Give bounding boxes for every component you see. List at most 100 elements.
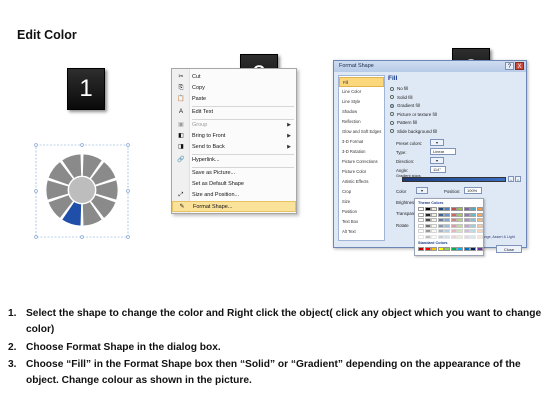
standard-color-swatch[interactable] bbox=[418, 247, 424, 251]
theme-color-shade-swatch[interactable] bbox=[424, 212, 431, 217]
position-field[interactable]: 100% bbox=[464, 187, 482, 194]
theme-color-shade-swatch[interactable] bbox=[476, 223, 483, 228]
theme-color-shade-swatch[interactable] bbox=[450, 229, 457, 233]
preset-colors-button[interactable]: ▾ bbox=[430, 139, 444, 146]
standard-color-swatch[interactable] bbox=[476, 247, 483, 251]
nav-item-line-color[interactable]: Line Color bbox=[339, 87, 384, 97]
theme-color-shade-swatch[interactable] bbox=[463, 212, 470, 217]
theme-color-shade-swatch[interactable] bbox=[431, 218, 437, 222]
theme-color-shade-swatch[interactable] bbox=[444, 218, 450, 222]
theme-color-shade-swatch[interactable] bbox=[463, 218, 470, 222]
menu-item-save-as-picture[interactable]: Save as Picture... bbox=[172, 168, 296, 179]
fill-option-slide-background-fill[interactable]: Slide background fill bbox=[390, 129, 437, 134]
resize-handle[interactable] bbox=[34, 235, 38, 239]
theme-color-shade-swatch[interactable] bbox=[424, 223, 431, 228]
direction-button[interactable]: ▾ bbox=[430, 157, 444, 164]
theme-color-swatch[interactable] bbox=[470, 207, 476, 211]
theme-color-shade-swatch[interactable] bbox=[437, 223, 444, 228]
resize-handle[interactable] bbox=[80, 143, 84, 147]
nav-item-3-d-rotation[interactable]: 3-D Rotation bbox=[339, 147, 384, 157]
theme-color-shade-swatch[interactable] bbox=[457, 212, 463, 217]
theme-color-shade-swatch[interactable] bbox=[457, 218, 463, 222]
theme-color-shade-swatch[interactable] bbox=[476, 234, 483, 239]
theme-color-shade-swatch[interactable] bbox=[418, 229, 424, 233]
theme-color-shade-swatch[interactable] bbox=[444, 229, 450, 233]
nav-item-glow-and-soft-edges[interactable]: Glow and Soft Edges bbox=[339, 127, 384, 137]
theme-color-swatch[interactable] bbox=[476, 207, 483, 211]
theme-color-shade-swatch[interactable] bbox=[437, 218, 444, 222]
standard-color-swatch[interactable] bbox=[463, 247, 470, 251]
theme-color-swatch[interactable] bbox=[450, 207, 457, 211]
standard-color-swatch[interactable] bbox=[450, 247, 457, 251]
theme-color-shade-swatch[interactable] bbox=[450, 234, 457, 239]
nav-item-crop[interactable]: Crop bbox=[339, 187, 384, 197]
menu-item-set-as-default-shape[interactable]: Set as Default Shape bbox=[172, 179, 296, 190]
theme-color-shade-swatch[interactable] bbox=[431, 223, 437, 228]
resize-handle[interactable] bbox=[34, 189, 38, 193]
menu-item-send-to-back[interactable]: ◨ Send to Back ▶ bbox=[172, 142, 296, 153]
nav-item-3-d-format[interactable]: 3-D Format bbox=[339, 137, 384, 147]
theme-color-swatch[interactable] bbox=[431, 207, 437, 211]
standard-color-swatch[interactable] bbox=[437, 247, 444, 251]
theme-color-shade-swatch[interactable] bbox=[470, 229, 476, 233]
theme-color-shade-swatch[interactable] bbox=[444, 212, 450, 217]
nav-item-picture-color[interactable]: Picture Color bbox=[339, 167, 384, 177]
theme-color-shade-swatch[interactable] bbox=[476, 218, 483, 222]
theme-color-shade-swatch[interactable] bbox=[463, 234, 470, 239]
gradient-stops-bar[interactable] bbox=[402, 177, 506, 182]
theme-color-shade-swatch[interactable] bbox=[424, 234, 431, 239]
theme-color-shade-swatch[interactable] bbox=[470, 218, 476, 222]
resize-handle[interactable] bbox=[80, 235, 84, 239]
resize-handle[interactable] bbox=[126, 235, 130, 239]
theme-color-swatch[interactable] bbox=[444, 207, 450, 211]
fill-option-picture-or-texture-fill[interactable]: Picture or texture fill bbox=[390, 112, 437, 117]
color-button[interactable]: ▾ bbox=[416, 187, 428, 194]
wheel-shape[interactable] bbox=[30, 140, 135, 245]
theme-color-shade-swatch[interactable] bbox=[470, 223, 476, 228]
menu-item-paste[interactable]: 📋 Paste bbox=[172, 94, 296, 105]
menu-item-format-shape[interactable]: ✎ Format Shape... bbox=[172, 201, 296, 212]
nav-item-text-box[interactable]: Text Box bbox=[339, 217, 384, 227]
theme-color-shade-swatch[interactable] bbox=[450, 223, 457, 228]
fill-option-pattern-fill[interactable]: Pattern fill bbox=[390, 120, 417, 125]
nav-item-fill[interactable]: Fill bbox=[339, 77, 384, 87]
theme-color-shade-swatch[interactable] bbox=[450, 212, 457, 217]
wheel-hub[interactable] bbox=[69, 177, 95, 203]
standard-color-swatch[interactable] bbox=[470, 247, 476, 251]
theme-color-shade-swatch[interactable] bbox=[431, 234, 437, 239]
add-stop-button[interactable]: + bbox=[508, 176, 514, 182]
nav-item-reflection[interactable]: Reflection bbox=[339, 117, 384, 127]
menu-item-group[interactable]: ▣ Group ▶ bbox=[172, 120, 296, 131]
theme-color-shade-swatch[interactable] bbox=[418, 223, 424, 228]
nav-item-artistic-effects[interactable]: Artistic Effects bbox=[339, 177, 384, 187]
menu-item-size-and-position[interactable]: ⤢ Size and Position... bbox=[172, 190, 296, 201]
menu-item-edit-text[interactable]: A Edit Text bbox=[172, 107, 296, 118]
theme-color-shade-swatch[interactable] bbox=[444, 223, 450, 228]
remove-stop-button[interactable]: × bbox=[515, 176, 521, 182]
theme-color-shade-swatch[interactable] bbox=[457, 229, 463, 233]
theme-color-shade-swatch[interactable] bbox=[444, 234, 450, 239]
close-icon[interactable]: X bbox=[515, 62, 524, 70]
theme-color-shade-swatch[interactable] bbox=[418, 218, 424, 222]
theme-color-shade-swatch[interactable] bbox=[418, 212, 424, 217]
resize-handle[interactable] bbox=[126, 189, 130, 193]
theme-color-shade-swatch[interactable] bbox=[457, 234, 463, 239]
theme-color-shade-swatch[interactable] bbox=[431, 229, 437, 233]
menu-item-bring-to-front[interactable]: ◧ Bring to Front ▶ bbox=[172, 131, 296, 142]
type-select[interactable]: Linear bbox=[430, 148, 456, 155]
theme-color-shade-swatch[interactable] bbox=[431, 212, 437, 217]
theme-color-shade-swatch[interactable] bbox=[463, 229, 470, 233]
theme-color-swatch[interactable] bbox=[457, 207, 463, 211]
theme-color-swatch[interactable] bbox=[437, 207, 444, 211]
standard-color-swatch[interactable] bbox=[444, 247, 450, 251]
theme-color-shade-swatch[interactable] bbox=[437, 229, 444, 233]
theme-color-shade-swatch[interactable] bbox=[476, 229, 483, 233]
standard-color-swatch[interactable] bbox=[457, 247, 463, 251]
theme-color-shade-swatch[interactable] bbox=[470, 212, 476, 217]
theme-color-shade-swatch[interactable] bbox=[424, 229, 431, 233]
theme-color-swatch[interactable] bbox=[424, 207, 431, 211]
menu-item-hyperlink[interactable]: 🔗 Hyperlink... bbox=[172, 155, 296, 166]
theme-color-shade-swatch[interactable] bbox=[450, 218, 457, 222]
menu-item-cut[interactable]: ✂ Cut bbox=[172, 72, 296, 83]
nav-item-size[interactable]: Size bbox=[339, 197, 384, 207]
